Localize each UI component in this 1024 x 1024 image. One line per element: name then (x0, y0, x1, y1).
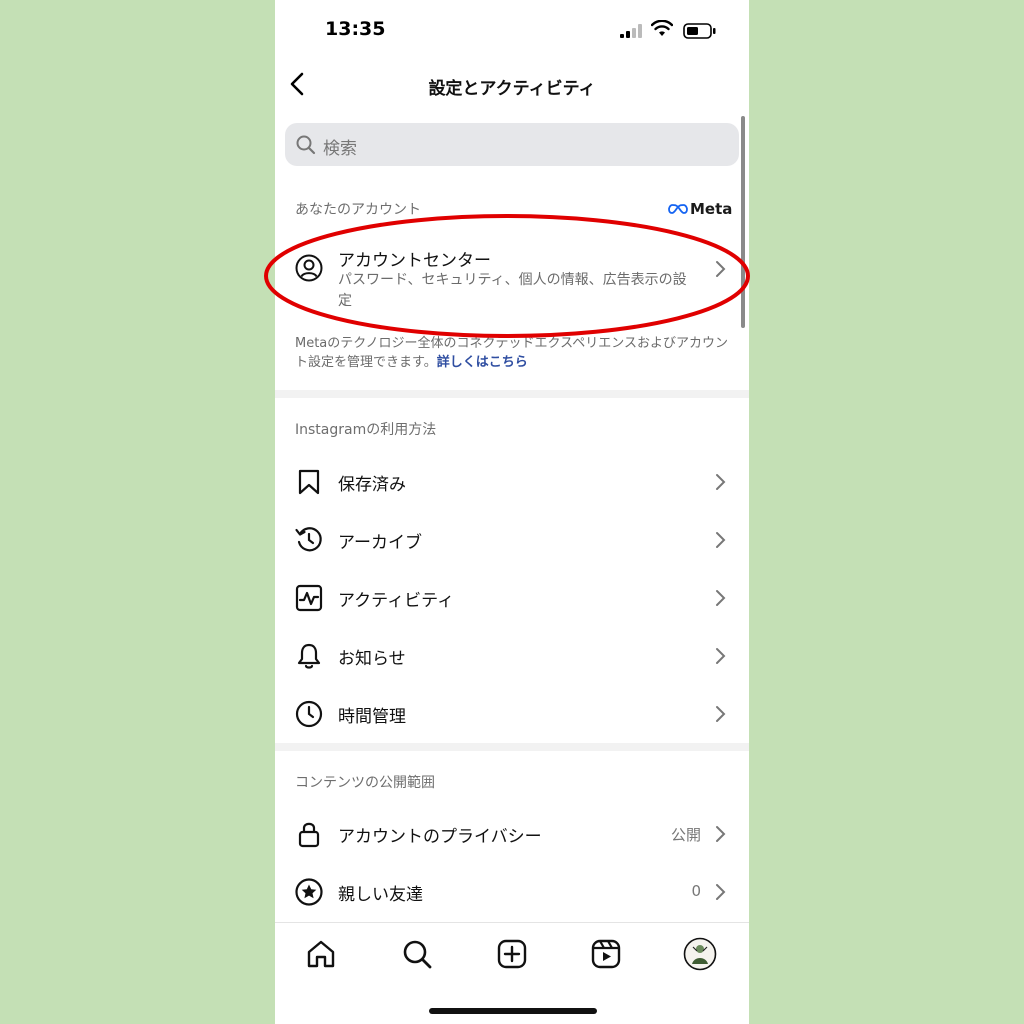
meta-logo: Meta (668, 199, 732, 219)
search-input[interactable]: 検索 (285, 123, 739, 166)
chevron-right-icon (716, 706, 726, 722)
page-title: 設定とアクティビティ (428, 79, 596, 99)
menu-item-activity[interactable]: アクティビティ (275, 569, 749, 627)
create-icon[interactable] (495, 937, 529, 971)
activity-icon (295, 584, 323, 612)
meta-infinity-icon (668, 204, 688, 214)
privacy-value: 公開 (670, 826, 701, 844)
chevron-right-icon (716, 474, 726, 490)
scrollbar[interactable] (741, 116, 745, 328)
search-placeholder: 検索 (323, 139, 357, 159)
section-header-visibility: コンテンツの公開範囲 (295, 775, 435, 791)
bookmark-icon (298, 469, 320, 495)
star-icon (295, 878, 323, 906)
cellular-signal-icon (620, 24, 642, 38)
profile-avatar[interactable] (683, 937, 717, 971)
section-divider (275, 390, 749, 398)
chevron-right-icon (716, 826, 726, 842)
search-icon (296, 135, 316, 155)
clock-icon (295, 700, 323, 728)
meta-description: Metaのテクノロジー全体のコネクテッドエクスペリエンスおよびアカウント設定を管… (295, 334, 735, 372)
menu-item-label: お知らせ (338, 649, 406, 669)
learn-more-link[interactable]: 詳しくはこちら (437, 355, 528, 370)
archive-icon (295, 527, 322, 552)
menu-item-label: アカウントのプライバシー (338, 827, 542, 847)
chevron-right-icon (716, 590, 726, 606)
chevron-right-icon (716, 261, 726, 277)
reels-icon[interactable] (589, 937, 623, 971)
home-indicator (429, 1008, 597, 1014)
menu-item-label: 親しい友達 (338, 885, 423, 905)
meta-logo-text: Meta (690, 200, 733, 218)
menu-item-archive[interactable]: アーカイブ (275, 511, 749, 569)
wifi-icon (651, 20, 673, 36)
bell-icon (297, 643, 321, 669)
menu-item-close-friends[interactable]: 親しい友達 0 (275, 863, 749, 921)
battery-icon (683, 23, 716, 39)
account-center-title: アカウントセンター (338, 251, 491, 271)
close-friends-count: 0 (691, 882, 701, 900)
account-center-subtitle: パスワード、セキュリティ、個人の情報、広告表示の設定 (338, 272, 687, 309)
menu-item-time-management[interactable]: 時間管理 (275, 685, 749, 743)
search-icon[interactable] (400, 937, 434, 971)
chevron-right-icon (716, 884, 726, 900)
navigation-bar: 設定とアクティビティ (275, 60, 749, 110)
section-header-usage: Instagramの利用方法 (295, 422, 437, 438)
lock-icon (298, 822, 320, 848)
account-center-row[interactable]: アカウントセンター パスワード、セキュリティ、個人の情報、広告表示の設定 (275, 240, 749, 320)
account-circle-icon (295, 254, 323, 282)
menu-item-notifications[interactable]: お知らせ (275, 627, 749, 685)
section-header-account: あなたのアカウント (295, 202, 421, 218)
menu-item-account-privacy[interactable]: アカウントのプライバシー 公開 (275, 805, 749, 863)
menu-item-label: アクティビティ (338, 591, 455, 611)
chevron-right-icon (716, 532, 726, 548)
status-time: 13:35 (325, 18, 386, 40)
status-bar: 13:35 (275, 0, 749, 60)
section-divider (275, 743, 749, 751)
menu-item-label: 時間管理 (338, 707, 406, 727)
menu-item-label: 保存済み (338, 475, 406, 495)
phone-screen: 13:35 設定とアクティビティ 検索 あなたのアカウント Meta アカウント… (275, 0, 749, 1024)
menu-item-label: アーカイブ (338, 533, 422, 553)
chevron-right-icon (716, 648, 726, 664)
home-icon[interactable] (304, 937, 338, 971)
menu-item-saved[interactable]: 保存済み (275, 453, 749, 511)
